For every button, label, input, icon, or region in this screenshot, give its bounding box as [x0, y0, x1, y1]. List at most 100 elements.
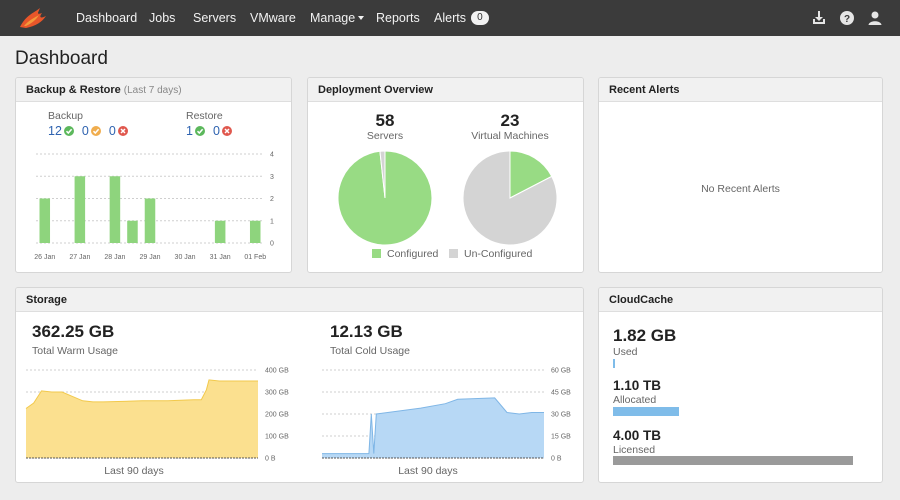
nav-dashboard[interactable]: Dashboard: [76, 0, 137, 36]
vms-pie-chart: [462, 150, 558, 246]
backup-warn-count: 0: [81, 124, 89, 138]
cc-allocated-label: Allocated: [613, 394, 657, 406]
top-nav: Dashboard Jobs Servers VMware Manage Rep…: [0, 0, 900, 36]
vms-count: 23: [500, 111, 520, 130]
y-tick-label: 15 GB: [551, 434, 571, 441]
legend-unconfigured: Un-Configured: [449, 248, 532, 260]
y-tick-label: 200 GB: [265, 412, 289, 419]
cc-licensed-label: Licensed: [613, 444, 656, 456]
y-tick-label: 0 B: [265, 456, 276, 463]
recent-alerts-panel: Recent Alerts No Recent Alerts: [598, 77, 883, 273]
cold-usage-label: Total Cold Usage: [330, 345, 410, 357]
deployment-overview-header: Deployment Overview: [308, 78, 583, 102]
vms-label: Virtual Machines: [471, 130, 549, 142]
deployment-overview-panel: Deployment Overview 58 Servers 23 Virtua…: [307, 77, 584, 273]
check-icon: [194, 125, 205, 136]
restore-counts[interactable]: 10: [186, 124, 240, 138]
servers-label: Servers: [366, 130, 404, 142]
error-x-icon: [117, 125, 128, 136]
warm-usage-value: 362.25 GB: [32, 322, 115, 341]
x-tick-label: 27 Jan: [69, 254, 90, 261]
warm-usage-label: Total Warm Usage: [32, 345, 118, 357]
y-tick-label: 4: [270, 152, 274, 159]
cc-licensed-value: 4.00 TB: [613, 428, 662, 443]
unconfigured-swatch: [449, 248, 458, 258]
recent-alerts-header: Recent Alerts: [599, 78, 882, 102]
backup-err-count: 0: [108, 124, 116, 138]
help-icon[interactable]: ?: [839, 10, 855, 26]
y-tick-label: 300 GB: [265, 390, 289, 397]
y-tick-label: 30 GB: [551, 412, 571, 419]
nav-manage-label: Manage: [310, 11, 356, 25]
y-tick-label: 0: [270, 241, 274, 248]
no-alerts-message: No Recent Alerts: [701, 183, 780, 195]
download-icon[interactable]: [811, 10, 827, 26]
backup-restore-header: Backup & Restore (Last 7 days): [16, 78, 291, 102]
cc-allocated-bar: [613, 407, 853, 416]
nav-vmware[interactable]: VMware: [250, 0, 296, 36]
y-tick-label: 45 GB: [551, 390, 571, 397]
cold-usage-value: 12.13 GB: [330, 322, 403, 341]
caret-down-icon: [358, 15, 365, 20]
y-tick-label: 1: [270, 218, 274, 225]
page-title: Dashboard: [15, 48, 108, 69]
storage-panel: Storage 362.25 GB Total Warm Usage 400 G…: [15, 287, 584, 483]
bar: [144, 198, 156, 243]
alerts-count-badge: 0: [470, 10, 489, 25]
user-icon[interactable]: [867, 10, 883, 26]
servers-pie-chart: [337, 150, 433, 246]
restore-err-count: 0: [212, 124, 220, 138]
warm-xlabel: Last 90 days: [104, 465, 164, 477]
cc-used-value: 1.82 GB: [613, 326, 677, 345]
restore-ok-count: 1: [186, 124, 193, 138]
flame-logo-icon[interactable]: [18, 5, 54, 31]
warm-usage-area-chart: 400 GB 300 GB 200 GB 100 GB 0 B: [25, 368, 289, 463]
bar: [109, 176, 121, 243]
storage-header: Storage: [16, 288, 583, 312]
nav-alerts-label: Alerts: [434, 11, 466, 25]
nav-jobs[interactable]: Jobs: [149, 0, 175, 36]
error-x-icon: [221, 125, 232, 136]
y-tick-label: 100 GB: [265, 434, 289, 441]
backup-ok-count: 12: [48, 124, 62, 138]
bar: [214, 220, 226, 243]
y-tick-label: 2: [270, 196, 274, 203]
cc-allocated-bar-fill: [613, 407, 679, 416]
cloudcache-panel: CloudCache 1.82 GB Used 1.10 TB Allocate…: [598, 287, 883, 483]
nav-alerts[interactable]: Alerts 0: [434, 0, 489, 36]
backup-label: Backup: [48, 110, 84, 122]
bar: [249, 220, 261, 243]
y-tick-label: 60 GB: [551, 368, 571, 375]
cc-licensed-bar: [613, 456, 853, 465]
cc-licensed-bar-fill: [613, 456, 853, 465]
backup-restore-subtitle: (Last 7 days): [123, 85, 182, 96]
x-tick-label: 30 Jan: [175, 254, 196, 261]
warning-check-icon: [90, 125, 101, 136]
svg-text:?: ?: [844, 14, 850, 25]
area-fill: [322, 397, 544, 458]
x-tick-label: 28 Jan: [104, 254, 125, 261]
bar: [127, 220, 138, 243]
backup-counts[interactable]: 12 0 0: [48, 124, 136, 138]
backup-restore-title: Backup & Restore: [26, 84, 121, 96]
y-tick-label: 3: [270, 174, 274, 181]
x-tick-label: 29 Jan: [139, 254, 160, 261]
legend-configured-label: Configured: [387, 248, 439, 260]
cold-usage-area-chart: 60 GB 45 GB 30 GB 15 GB 0 B: [322, 368, 571, 462]
nav-reports[interactable]: Reports: [376, 0, 420, 36]
cc-allocated-value: 1.10 TB: [613, 378, 662, 393]
backup-restore-panel: Backup & Restore (Last 7 days) Backup 12 0…: [15, 77, 292, 273]
x-tick-label: 31 Jan: [210, 254, 231, 261]
bar: [39, 198, 51, 243]
cc-used-bar: [613, 359, 853, 368]
x-tick-label: 01 Feb: [244, 254, 266, 261]
cc-used-bar-fill: [613, 359, 615, 368]
nav-servers[interactable]: Servers: [193, 0, 236, 36]
backup-restore-bar-chart: 4 3 2 1 0 26 Jan 27 Jan 28 Jan 29 Jan 30 Jan 31 Ja…: [34, 152, 274, 262]
configured-swatch: [372, 248, 381, 258]
legend-unconfigured-label: Un-Configured: [464, 248, 533, 260]
servers-count: 58: [375, 111, 395, 130]
cc-used-label: Used: [613, 346, 638, 358]
restore-label: Restore: [186, 110, 223, 122]
nav-manage[interactable]: Manage: [310, 0, 365, 36]
